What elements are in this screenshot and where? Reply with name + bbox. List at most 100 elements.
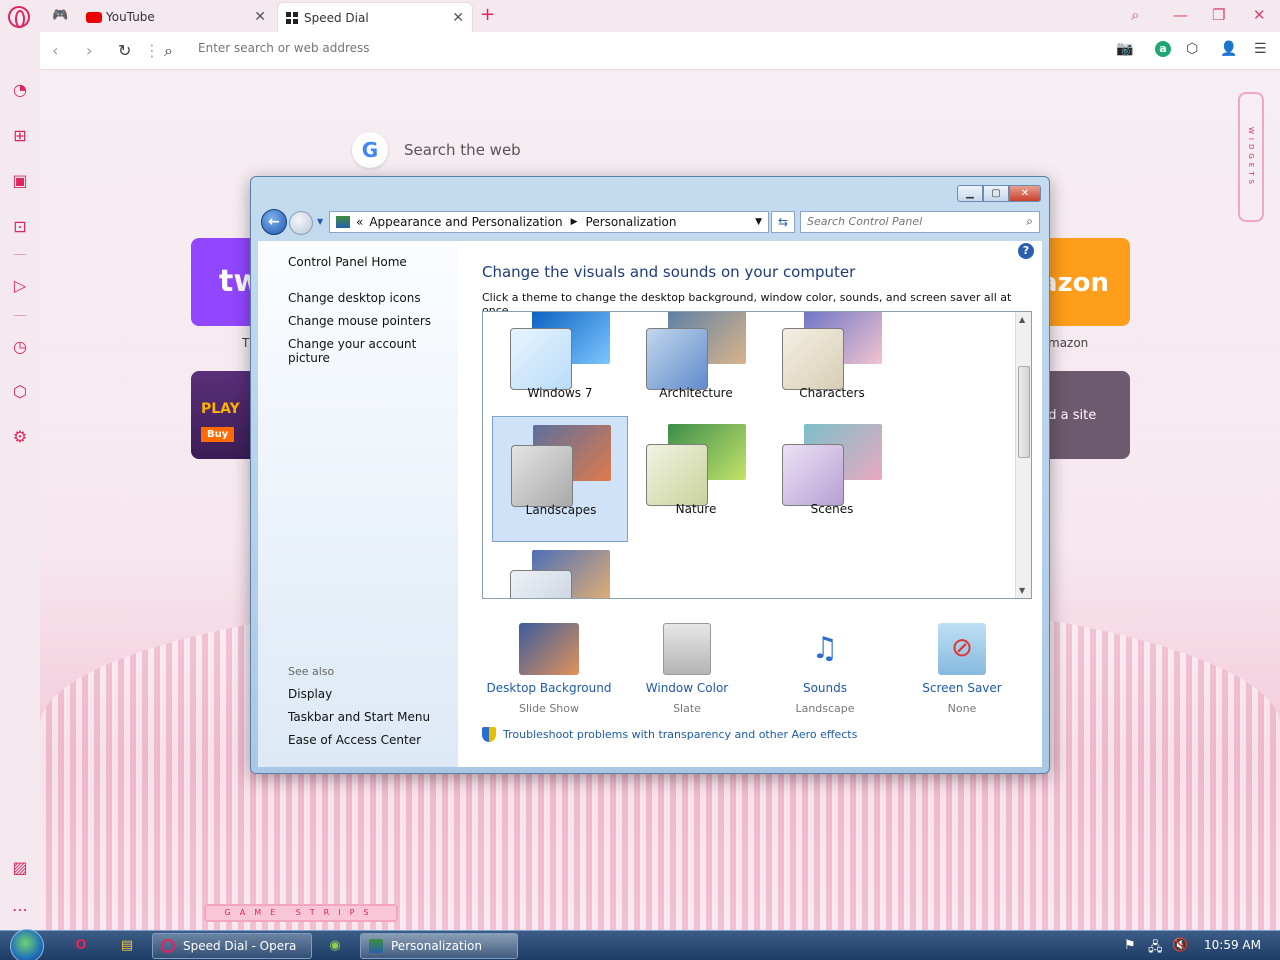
theme-nature[interactable]: Nature <box>628 416 764 542</box>
theme-color-swatch <box>646 444 708 506</box>
scroll-thumb[interactable] <box>1018 366 1030 458</box>
sidebar-divider <box>14 315 26 316</box>
theme-color-swatch <box>511 445 573 507</box>
system-clock[interactable]: 10:59 AM <box>1204 938 1261 952</box>
youtube-favicon-icon <box>86 11 102 23</box>
taskbar-task-personalization[interactable]: Personalization <box>360 933 518 959</box>
close-tab-icon[interactable]: ✕ <box>452 10 464 26</box>
theme-scenes[interactable]: Scenes <box>764 416 900 542</box>
theme-landscapes[interactable]: Landscapes <box>492 416 628 542</box>
troubleshoot-label[interactable]: Troubleshoot problems with transparency … <box>503 728 857 741</box>
taskbar-task-opera[interactable]: Speed Dial - Opera <box>152 933 312 959</box>
google-search-box[interactable]: G Search the web <box>352 132 521 168</box>
troubleshoot-aero-link[interactable]: Troubleshoot problems with transparency … <box>482 727 857 742</box>
easy-setup-icon[interactable]: ☰ <box>1254 41 1267 57</box>
theme-list-scrollbar[interactable]: ▲ ▼ <box>1015 312 1031 598</box>
theme-characters[interactable]: Characters <box>764 312 900 426</box>
minimize-icon[interactable]: — <box>1173 6 1188 24</box>
option-title[interactable]: Screen Saver <box>894 681 1030 695</box>
minimize-button[interactable]: ▁ <box>957 185 983 202</box>
shopping-bag-icon[interactable]: ⊞ <box>10 126 30 145</box>
change-account-picture-link[interactable]: Change your account picture <box>288 337 458 365</box>
snapshot-camera-icon[interactable]: 📷 <box>1116 41 1133 57</box>
more-icon[interactable]: ⋯ <box>10 900 30 919</box>
game-strips-tab[interactable]: GAME STRIPS <box>204 904 398 922</box>
explorer-pinned-icon[interactable]: ▤ <box>116 936 138 956</box>
breadcrumb-item[interactable]: Appearance and Personalization <box>369 215 562 229</box>
breadcrumb-overflow-icon[interactable]: « <box>356 215 363 229</box>
history-dropdown-icon[interactable]: ▼ <box>317 217 323 226</box>
widgets-tab[interactable]: WIDGETS <box>1238 92 1264 222</box>
new-tab-icon[interactable]: + <box>480 4 495 25</box>
change-desktop-icons-link[interactable]: Change desktop icons <box>288 291 421 305</box>
task-label: Speed Dial - Opera <box>183 939 297 953</box>
option-title[interactable]: Sounds <box>757 681 893 695</box>
opera-pinned-icon[interactable]: O <box>70 936 92 956</box>
start-button-icon[interactable] <box>10 929 44 960</box>
taskbar-start-menu-link[interactable]: Taskbar and Start Menu <box>288 710 430 724</box>
search-input[interactable] <box>807 215 1007 228</box>
volume-muted-icon[interactable]: 🔇 <box>1172 938 1188 953</box>
tab-youtube[interactable]: YouTube ✕ <box>78 2 274 32</box>
tab-search-icon[interactable]: ⌕ <box>1131 6 1139 24</box>
back-arrow-icon[interactable]: ← <box>261 209 287 235</box>
theme-windows-7[interactable]: Windows 7 <box>492 312 628 426</box>
desktop-background-option[interactable]: Desktop Background Slide Show <box>481 623 617 715</box>
sounds-option[interactable]: ♫ Sounds Landscape <box>757 623 893 715</box>
reload-icon[interactable]: ↻ <box>118 41 131 60</box>
ease-of-access-link[interactable]: Ease of Access Center <box>288 733 421 747</box>
player-icon[interactable]: ▷ <box>10 276 30 295</box>
navigation-row: ← ▼ « Appearance and Personalization ▶ P… <box>259 209 1043 235</box>
action-center-flag-icon[interactable]: ⚑ <box>1124 938 1136 953</box>
twitch-icon[interactable]: ▣ <box>10 171 30 190</box>
breadcrumb-item[interactable]: Personalization <box>586 215 677 229</box>
search-control-panel[interactable]: ⌕ <box>800 211 1040 233</box>
search-web-label: Search the web <box>404 141 521 159</box>
refresh-icon[interactable]: ⇆ <box>771 211 795 233</box>
speed-dial-gauge-icon[interactable]: ◔ <box>10 80 30 99</box>
cube-icon[interactable]: ⬡ <box>10 382 30 401</box>
theme-partial[interactable] <box>492 542 628 598</box>
breadcrumb[interactable]: « Appearance and Personalization ▶ Perso… <box>329 211 769 233</box>
help-icon[interactable]: ? <box>1018 243 1034 259</box>
screen-saver-option[interactable]: ⊘ Screen Saver None <box>894 623 1030 715</box>
buy-button[interactable]: Buy <box>201 427 235 442</box>
maximize-button[interactable]: ▢ <box>983 185 1009 202</box>
settings-gear-icon[interactable]: ⚙ <box>10 427 30 446</box>
gamepad-icon[interactable]: 🎮 <box>52 8 68 23</box>
scroll-up-icon[interactable]: ▲ <box>1019 315 1025 324</box>
chip-icon[interactable]: ⊡ <box>10 217 30 236</box>
aria-ai-icon[interactable]: a <box>1155 41 1171 57</box>
forward-arrow-icon[interactable] <box>289 211 313 235</box>
close-window-icon[interactable]: ✕ <box>1253 6 1266 24</box>
close-button[interactable]: ✕ <box>1009 185 1041 202</box>
control-panel-pinned-icon[interactable]: ◉ <box>324 936 346 956</box>
close-tab-icon[interactable]: ✕ <box>254 9 266 25</box>
network-icon[interactable]: 🖧 <box>1148 938 1163 960</box>
search-icon[interactable]: ⌕ <box>1026 214 1033 229</box>
history-clock-icon[interactable]: ◷ <box>10 337 30 356</box>
extensions-cube-icon[interactable]: ⬡ <box>1186 41 1198 57</box>
tab-speed-dial[interactable]: Speed Dial ✕ <box>277 2 473 32</box>
profile-icon[interactable]: 👤 <box>1220 41 1237 57</box>
display-link[interactable]: Display <box>288 687 332 701</box>
address-bar: ‹ › ↻ ⋮ ⌕ 📷 a ⬡ 👤 ☰ <box>40 32 1280 70</box>
option-title[interactable]: Window Color <box>619 681 755 695</box>
task-label: Personalization <box>391 939 482 953</box>
chevron-down-icon[interactable]: ▼ <box>755 217 762 227</box>
scroll-down-icon[interactable]: ▼ <box>1019 586 1025 595</box>
more-dots-icon[interactable]: ⋮ <box>144 41 160 60</box>
chevron-right-icon[interactable]: ▶ <box>571 217 578 227</box>
address-input[interactable] <box>198 41 698 55</box>
back-icon[interactable]: ‹ <box>52 41 58 60</box>
change-mouse-pointers-link[interactable]: Change mouse pointers <box>288 314 431 328</box>
restore-icon[interactable]: ❐ <box>1212 6 1225 24</box>
theme-architecture[interactable]: Architecture <box>628 312 764 426</box>
control-panel-home-link[interactable]: Control Panel Home <box>288 255 407 269</box>
forward-icon[interactable]: › <box>86 41 92 60</box>
option-title[interactable]: Desktop Background <box>481 681 617 695</box>
opera-logo-icon[interactable] <box>8 6 30 28</box>
window-color-option[interactable]: Window Color Slate <box>619 623 755 715</box>
theme-color-swatch <box>510 328 572 390</box>
gallery-icon[interactable]: ▨ <box>10 858 30 877</box>
